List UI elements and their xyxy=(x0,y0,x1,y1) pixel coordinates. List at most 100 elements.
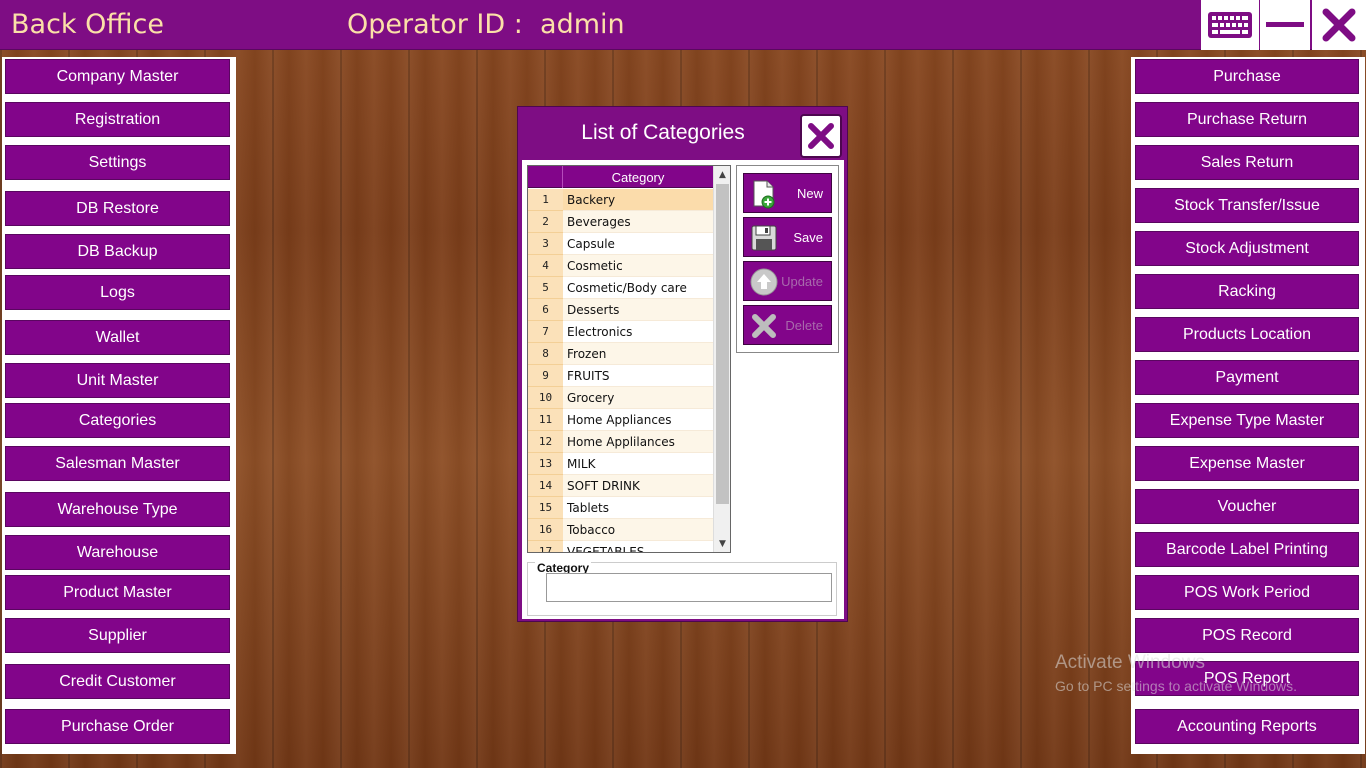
menu-logs[interactable]: Logs xyxy=(5,275,230,310)
menu-products-location[interactable]: Products Location xyxy=(1135,317,1359,352)
categories-grid[interactable]: Category 1 Backery 2 Beverages 3 Capsule 4 Cosm… xyxy=(527,165,731,553)
grid-vertical-scrollbar[interactable]: ▲ ▼ xyxy=(713,166,730,552)
table-row[interactable]: 14 SOFT DRINK xyxy=(528,475,713,497)
row-number[interactable]: 11 xyxy=(528,409,563,431)
table-row[interactable]: 9 FRUITS xyxy=(528,365,713,387)
close-icon xyxy=(808,123,834,149)
table-row[interactable]: 7 Electronics xyxy=(528,321,713,343)
table-row[interactable]: 10 Grocery xyxy=(528,387,713,409)
menu-product-master[interactable]: Product Master xyxy=(5,575,230,610)
menu-company-master[interactable]: Company Master xyxy=(5,59,230,94)
category-cell[interactable]: Beverages xyxy=(563,211,713,233)
menu-purchase-order[interactable]: Purchase Order xyxy=(5,709,230,744)
menu-warehouse-type[interactable]: Warehouse Type xyxy=(5,492,230,527)
menu-accounting-reports[interactable]: Accounting Reports xyxy=(1135,709,1359,744)
menu-stock-adjustment[interactable]: Stock Adjustment xyxy=(1135,231,1359,266)
table-row[interactable]: 16 Tobacco xyxy=(528,519,713,541)
menu-wallet[interactable]: Wallet xyxy=(5,320,230,355)
category-cell[interactable]: Home Appliances xyxy=(563,409,713,431)
row-number[interactable]: 15 xyxy=(528,497,563,519)
menu-purchase[interactable]: Purchase xyxy=(1135,59,1359,94)
row-number[interactable]: 7 xyxy=(528,321,563,343)
row-number[interactable]: 14 xyxy=(528,475,563,497)
menu-payment[interactable]: Payment xyxy=(1135,360,1359,395)
menu-pos-record[interactable]: POS Record xyxy=(1135,618,1359,653)
menu-categories[interactable]: Categories xyxy=(5,403,230,438)
category-cell[interactable]: SOFT DRINK xyxy=(563,475,713,497)
table-row[interactable]: 1 Backery xyxy=(528,189,713,211)
row-number[interactable]: 13 xyxy=(528,453,563,475)
menu-racking[interactable]: Racking xyxy=(1135,274,1359,309)
menu-expense-type-master[interactable]: Expense Type Master xyxy=(1135,403,1359,438)
menu-settings[interactable]: Settings xyxy=(5,145,230,180)
category-cell[interactable]: Frozen xyxy=(563,343,713,365)
scroll-thumb[interactable] xyxy=(716,184,729,504)
category-cell[interactable]: Cosmetic xyxy=(563,255,713,277)
table-row[interactable]: 15 Tablets xyxy=(528,497,713,519)
category-cell[interactable]: FRUITS xyxy=(563,365,713,387)
row-number[interactable]: 6 xyxy=(528,299,563,321)
table-row[interactable]: 11 Home Appliances xyxy=(528,409,713,431)
menu-purchase-return[interactable]: Purchase Return xyxy=(1135,102,1359,137)
category-cell[interactable]: Cosmetic/Body care xyxy=(563,277,713,299)
row-number[interactable]: 1 xyxy=(528,189,563,211)
menu-credit-customer[interactable]: Credit Customer xyxy=(5,664,230,699)
table-row[interactable]: 8 Frozen xyxy=(528,343,713,365)
row-number[interactable]: 3 xyxy=(528,233,563,255)
table-row[interactable]: 3 Capsule xyxy=(528,233,713,255)
table-row[interactable]: 5 Cosmetic/Body care xyxy=(528,277,713,299)
table-row[interactable]: 17 VEGETABLES xyxy=(528,541,713,552)
category-input[interactable] xyxy=(546,573,832,602)
row-number[interactable]: 4 xyxy=(528,255,563,277)
save-button-label: Save xyxy=(793,230,823,245)
row-number[interactable]: 2 xyxy=(528,211,563,233)
category-cell[interactable]: Grocery xyxy=(563,387,713,409)
row-number[interactable]: 8 xyxy=(528,343,563,365)
row-number[interactable]: 9 xyxy=(528,365,563,387)
dialog-close-button[interactable] xyxy=(800,114,842,158)
row-number[interactable]: 5 xyxy=(528,277,563,299)
category-cell[interactable]: Backery xyxy=(563,189,713,211)
menu-sales-return[interactable]: Sales Return xyxy=(1135,145,1359,180)
menu-barcode-label-printing[interactable]: Barcode Label Printing xyxy=(1135,532,1359,567)
menu-db-backup[interactable]: DB Backup xyxy=(5,234,230,269)
menu-supplier[interactable]: Supplier xyxy=(5,618,230,653)
update-button[interactable]: Update xyxy=(743,261,832,301)
menu-warehouse[interactable]: Warehouse xyxy=(5,535,230,570)
menu-pos-work-period[interactable]: POS Work Period xyxy=(1135,575,1359,610)
menu-voucher[interactable]: Voucher xyxy=(1135,489,1359,524)
category-cell[interactable]: Desserts xyxy=(563,299,713,321)
category-cell[interactable]: Home Applilances xyxy=(563,431,713,453)
table-row[interactable]: 2 Beverages xyxy=(528,211,713,233)
column-header-category[interactable]: Category xyxy=(563,166,713,188)
save-button[interactable]: Save xyxy=(743,217,832,257)
table-row[interactable]: 6 Desserts xyxy=(528,299,713,321)
table-row[interactable]: 12 Home Applilances xyxy=(528,431,713,453)
close-app-button[interactable] xyxy=(1312,0,1366,50)
row-number[interactable]: 17 xyxy=(528,541,563,552)
menu-db-restore[interactable]: DB Restore xyxy=(5,191,230,226)
scroll-up-arrow-icon[interactable]: ▲ xyxy=(714,166,730,183)
row-number[interactable]: 16 xyxy=(528,519,563,541)
delete-button[interactable]: Delete xyxy=(743,305,832,345)
menu-stock-transfer-issue[interactable]: Stock Transfer/Issue xyxy=(1135,188,1359,223)
scroll-down-arrow-icon[interactable]: ▼ xyxy=(714,535,730,552)
menu-salesman-master[interactable]: Salesman Master xyxy=(5,446,230,481)
keyboard-button[interactable] xyxy=(1201,0,1259,50)
category-cell[interactable]: MILK xyxy=(563,453,713,475)
menu-expense-master[interactable]: Expense Master xyxy=(1135,446,1359,481)
row-number[interactable]: 12 xyxy=(528,431,563,453)
category-cell[interactable]: Electronics xyxy=(563,321,713,343)
row-number[interactable]: 10 xyxy=(528,387,563,409)
category-cell[interactable]: VEGETABLES xyxy=(563,541,713,552)
new-button[interactable]: New xyxy=(743,173,832,213)
table-row[interactable]: 13 MILK xyxy=(528,453,713,475)
category-cell[interactable]: Tablets xyxy=(563,497,713,519)
menu-registration[interactable]: Registration xyxy=(5,102,230,137)
category-cell[interactable]: Tobacco xyxy=(563,519,713,541)
right-menu-panel: Purchase Purchase Return Sales Return St… xyxy=(1131,57,1365,754)
menu-unit-master[interactable]: Unit Master xyxy=(5,363,230,398)
minimize-button[interactable] xyxy=(1260,0,1310,50)
category-cell[interactable]: Capsule xyxy=(563,233,713,255)
table-row[interactable]: 4 Cosmetic xyxy=(528,255,713,277)
